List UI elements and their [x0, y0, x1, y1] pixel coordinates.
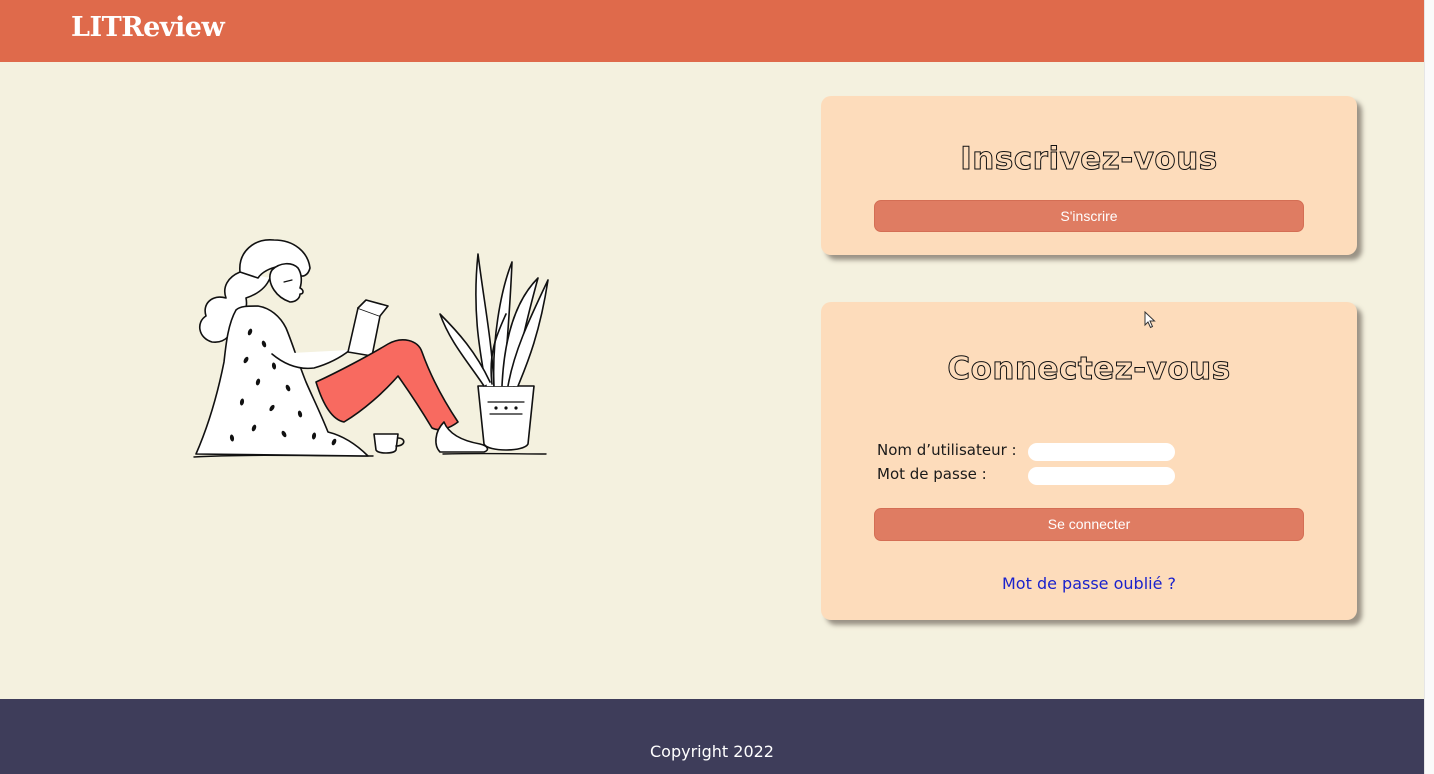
- signup-button[interactable]: S'inscrire: [874, 200, 1304, 232]
- footer: Copyright 2022: [0, 699, 1424, 774]
- password-field[interactable]: [1028, 467, 1175, 485]
- signup-title: Inscrivez-vous: [960, 141, 1218, 178]
- signup-card: Inscrivez-vous S'inscrire: [821, 96, 1357, 255]
- password-label: Mot de passe :: [877, 465, 987, 483]
- login-title: Connectez-vous: [947, 351, 1231, 388]
- forgot-password-link[interactable]: Mot de passe oublié ?: [821, 574, 1357, 593]
- reading-woman-illustration: [188, 232, 558, 464]
- top-header: LITReview: [0, 0, 1424, 62]
- page: LITReview Inscrivez-vous S'inscrire Conn…: [0, 0, 1424, 774]
- copyright-text: Copyright 2022: [650, 742, 774, 761]
- scrollbar-gutter[interactable]: [1424, 0, 1434, 774]
- username-field[interactable]: [1028, 443, 1175, 461]
- brand-logo[interactable]: LITReview: [71, 12, 225, 43]
- mouse-cursor-icon: [1144, 311, 1156, 329]
- login-button[interactable]: Se connecter: [874, 508, 1304, 541]
- login-card: Connectez-vous Nom d’utilisateur : Mot d…: [821, 302, 1357, 620]
- username-label: Nom d’utilisateur :: [877, 441, 1017, 459]
